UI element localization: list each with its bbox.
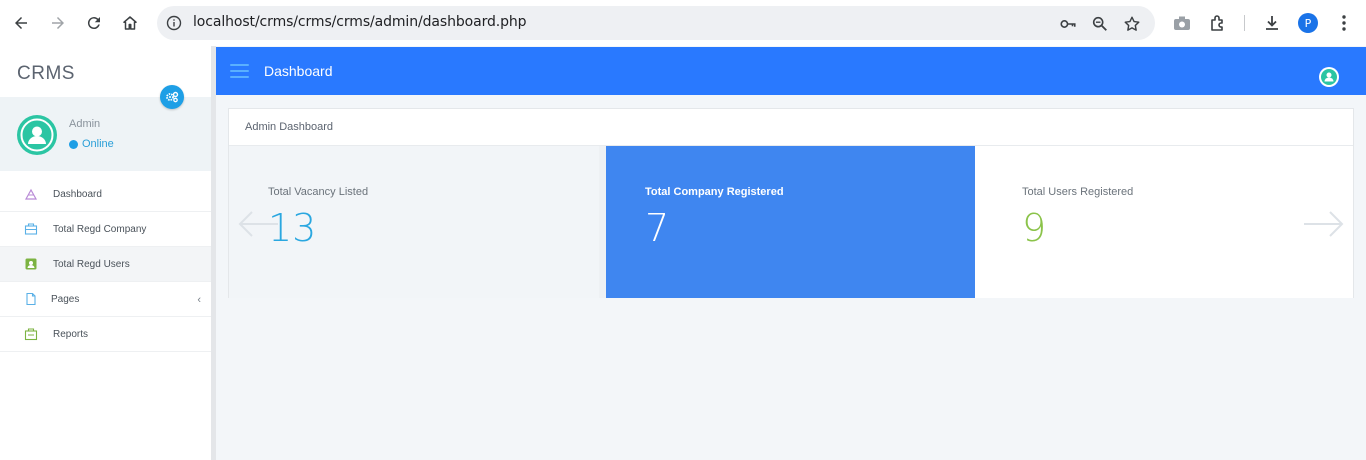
stat-label: Total Users Registered <box>1022 186 1134 198</box>
bookmark-star-icon[interactable] <box>1123 15 1141 33</box>
card-title: Admin Dashboard <box>245 121 334 133</box>
sidebar-item-label: Total Regd Users <box>53 258 130 270</box>
user-avatar-icon[interactable] <box>17 115 57 155</box>
stat-total-users[interactable]: Total Users Registered 9 <box>975 146 1353 298</box>
user-name: Admin <box>69 118 101 130</box>
sidebar-item-label: Pages <box>51 293 80 305</box>
address-bar[interactable]: localhost/crms/crms/crms/admin/dashboard… <box>157 6 1155 40</box>
sidebar-menu: Dashboard Total Regd Company Total Regd … <box>0 177 211 352</box>
user-panel: Admin Online <box>0 97 211 171</box>
back-icon[interactable] <box>9 11 33 35</box>
stat-label: Total Company Registered <box>645 186 784 198</box>
sidebar-item-label: Reports <box>53 328 89 340</box>
url-text[interactable]: localhost/crms/crms/crms/admin/dashboard… <box>193 14 527 30</box>
stat-total-vacancy[interactable]: Total Vacancy Listed 13 <box>229 146 599 298</box>
forward-icon[interactable] <box>46 11 70 35</box>
sidebar-scrollbar[interactable] <box>211 46 216 460</box>
stat-value: 7 <box>645 206 670 250</box>
sidebar-item-total-regd-company[interactable]: Total Regd Company <box>0 212 211 247</box>
pages-icon <box>26 292 36 306</box>
brand-logo[interactable]: CRMS <box>17 63 75 85</box>
more-menu-icon[interactable] <box>1334 13 1354 33</box>
stat-total-company[interactable]: Total Company Registered 7 <box>606 146 975 298</box>
toolbar-separator <box>1244 15 1245 31</box>
camera-icon[interactable] <box>1172 13 1192 33</box>
dashboard-icon <box>24 188 38 200</box>
sidebar-item-label: Dashboard <box>53 188 102 200</box>
chevron-left-icon[interactable]: ‹ <box>197 294 201 306</box>
carousel-prev-arrow-icon[interactable] <box>236 209 280 239</box>
zoom-icon[interactable] <box>1091 15 1109 33</box>
sidebar-item-dashboard[interactable]: Dashboard <box>0 177 211 212</box>
online-status-icon <box>69 139 78 149</box>
settings-gears-icon[interactable] <box>160 85 184 109</box>
browser-toolbar: localhost/crms/crms/crms/admin/dashboard… <box>0 0 1366 46</box>
sidebar-item-reports[interactable]: Reports <box>0 317 211 352</box>
extensions-icon[interactable] <box>1208 13 1228 33</box>
app-header: Dashboard <box>216 47 1366 95</box>
sidebar-item-total-regd-users[interactable]: Total Regd Users <box>0 247 211 282</box>
site-info-icon[interactable] <box>166 15 182 31</box>
carousel-next-arrow-icon[interactable] <box>1302 209 1346 239</box>
download-icon[interactable] <box>1262 13 1282 33</box>
sidebar-item-pages[interactable]: Pages ‹ <box>0 282 211 317</box>
page-title: Dashboard <box>264 63 333 79</box>
profile-avatar[interactable]: P <box>1298 13 1318 33</box>
stat-gap <box>599 146 606 298</box>
key-icon[interactable] <box>1059 15 1077 33</box>
user-status: Online <box>69 138 114 150</box>
home-icon[interactable] <box>118 11 142 35</box>
reports-icon <box>24 328 38 341</box>
user-status-label: Online <box>82 138 114 150</box>
reload-icon[interactable] <box>82 11 106 35</box>
hamburger-menu-icon[interactable] <box>230 64 249 78</box>
stat-value: 9 <box>1022 206 1047 250</box>
user-card-icon <box>25 258 37 270</box>
sidebar: CRMS Admin Online Dashboard Total Regd C… <box>0 46 211 460</box>
header-user-avatar-icon[interactable] <box>1319 67 1339 87</box>
company-icon <box>24 223 38 235</box>
admin-dashboard-card: Admin Dashboard Total Vacancy Listed 13 … <box>228 108 1354 298</box>
stat-label: Total Vacancy Listed <box>268 186 369 198</box>
sidebar-item-label: Total Regd Company <box>53 223 147 235</box>
